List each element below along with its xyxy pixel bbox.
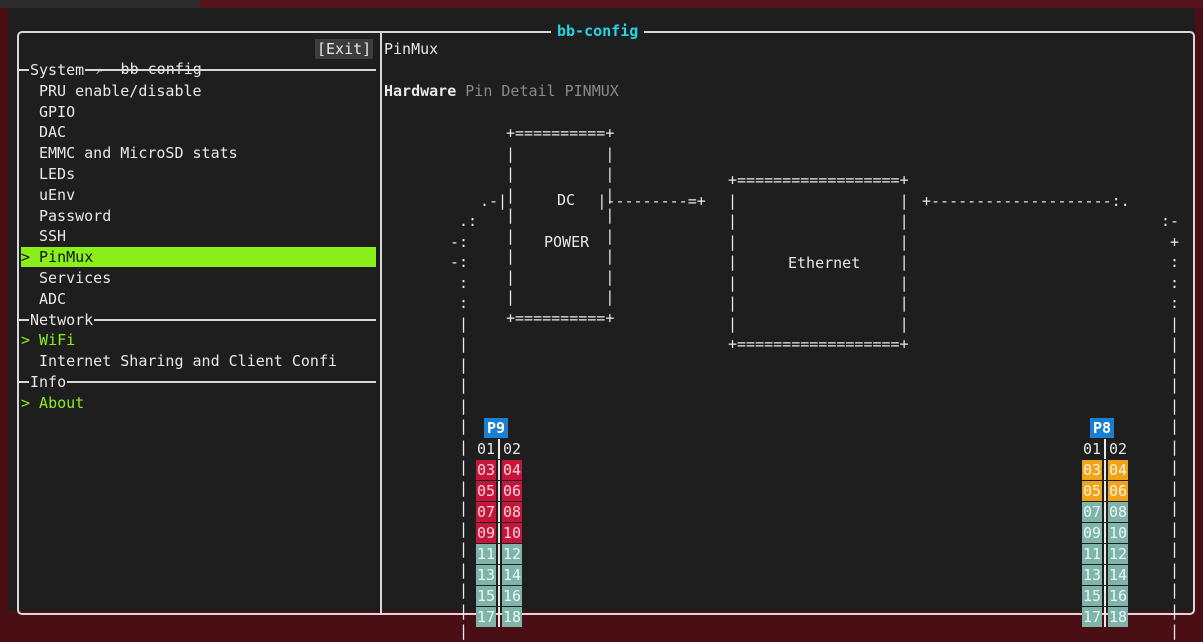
pin-separator: [498, 544, 500, 564]
section-system: System: [19, 60, 376, 80]
p9-label: P9: [484, 418, 509, 438]
p9-pin-18[interactable]: 18: [502, 607, 523, 627]
pin-separator: [1104, 544, 1106, 564]
p8-pin-08[interactable]: 08: [1108, 502, 1129, 522]
p8-pin-16[interactable]: 16: [1108, 586, 1129, 606]
menu-item-emmc-and-microsd-stats[interactable]: EMMC and MicroSD stats: [39, 143, 380, 163]
main-content: PinMux Hardware Pin Detail PINMUX +=====…: [382, 33, 1193, 640]
p8-label: P8: [1090, 418, 1115, 438]
content-title: PinMux: [384, 40, 439, 58]
pin-separator: [1104, 607, 1106, 627]
section-network: Network: [19, 309, 376, 330]
pin-separator: [498, 439, 500, 459]
menu-item-pru-enable-disable[interactable]: PRU enable/disable: [39, 81, 380, 101]
p9-pin-11[interactable]: 11: [476, 544, 497, 564]
section-rule: [19, 381, 376, 383]
terminal-window: bb-config ↗ bb-config [Exit] SystemPRU e…: [8, 8, 1195, 640]
p9-pin-06[interactable]: 06: [502, 481, 523, 501]
pin-separator: [1104, 439, 1106, 459]
p9-pin-12[interactable]: 12: [502, 544, 523, 564]
p8-pin-10[interactable]: 10: [1108, 523, 1129, 543]
menu-item-internet-sharing-and-client-confi[interactable]: Internet Sharing and Client Confi: [39, 351, 380, 371]
p8-pin-02[interactable]: 02: [1108, 439, 1128, 459]
dc-power-box: +==========+ | | | | | | | | | | | | | |…: [506, 124, 615, 327]
exit-button[interactable]: [Exit]: [315, 39, 374, 59]
power-label: POWER: [544, 233, 590, 251]
tab-pin-detail[interactable]: Pin Detail: [465, 82, 555, 100]
p9-pin-05[interactable]: 05: [476, 481, 497, 501]
menu-item-about[interactable]: > About: [21, 393, 362, 413]
pin-separator: [498, 460, 500, 480]
pin-separator: [498, 586, 500, 606]
p9-pin-02[interactable]: 02: [502, 439, 522, 459]
p9-pin-17[interactable]: 17: [476, 607, 497, 627]
p9-pin-13[interactable]: 13: [476, 565, 497, 585]
p8-pin-12[interactable]: 12: [1108, 544, 1129, 564]
p9-pin-03[interactable]: 03: [476, 460, 497, 480]
window-tab-stub: [0, 0, 200, 8]
menu-item-gpio[interactable]: GPIO: [39, 102, 380, 122]
p9-pin-08[interactable]: 08: [502, 502, 523, 522]
p9-pin-09[interactable]: 09: [476, 523, 497, 543]
p8-pin-07[interactable]: 07: [1082, 502, 1103, 522]
p8-pin-09[interactable]: 09: [1082, 523, 1103, 543]
board-outline-left: .: -: -: : : | | | | | | | | | | | | | |…: [450, 212, 478, 640]
menu-item-adc[interactable]: ADC: [39, 289, 380, 309]
section-title: Info: [29, 372, 68, 392]
section-title: System: [29, 60, 86, 80]
pin-separator: [1104, 460, 1106, 480]
p9-pin-15[interactable]: 15: [476, 586, 497, 606]
pin-separator: [1104, 565, 1106, 585]
p8-pin-03[interactable]: 03: [1082, 460, 1103, 480]
p9-pin-07[interactable]: 07: [476, 502, 497, 522]
pin-separator: [498, 523, 500, 543]
p8-pin-14[interactable]: 14: [1108, 565, 1129, 585]
menu-item-password[interactable]: Password: [39, 206, 380, 226]
pin-separator: [498, 481, 500, 501]
menu-item-dac[interactable]: DAC: [39, 122, 380, 142]
p8-pin-18[interactable]: 18: [1108, 607, 1129, 627]
p8-pin-06[interactable]: 06: [1108, 481, 1129, 501]
p8-pin-04[interactable]: 04: [1108, 460, 1129, 480]
board-outline-right: :- + : : : | | | | | | | | | | | | | | |…: [1161, 212, 1180, 640]
pin-separator: [1104, 481, 1106, 501]
p8-pin-17[interactable]: 17: [1082, 607, 1103, 627]
ethernet-right-link: +--------------------:.: [922, 192, 1130, 210]
p8-pin-01[interactable]: 01: [1082, 439, 1102, 459]
pin-separator: [498, 565, 500, 585]
p9-pin-04[interactable]: 04: [502, 460, 523, 480]
tab-hardware[interactable]: Hardware: [384, 82, 456, 100]
menu-item-wifi[interactable]: > WiFi: [21, 330, 362, 350]
section-title: Network: [29, 309, 95, 330]
bb-config-frame: bb-config ↗ bb-config [Exit] SystemPRU e…: [17, 21, 1195, 640]
pin-separator: [498, 607, 500, 627]
content-tabs: Hardware Pin Detail PINMUX: [384, 81, 619, 101]
tab-pinmux[interactable]: PINMUX: [565, 82, 619, 100]
p9-pin-16[interactable]: 16: [502, 586, 523, 606]
menu-item-leds[interactable]: LEDs: [39, 164, 380, 184]
p8-pin-15[interactable]: 15: [1082, 586, 1103, 606]
p8-pin-13[interactable]: 13: [1082, 565, 1103, 585]
pin-separator: [1104, 502, 1106, 522]
p8-pin-11[interactable]: 11: [1082, 544, 1103, 564]
menu-item-ssh[interactable]: SSH: [39, 226, 380, 246]
pin-separator: [1104, 586, 1106, 606]
pin-separator: [498, 502, 500, 522]
menu-item-uenv[interactable]: uEnv: [39, 185, 380, 205]
p9-pin-14[interactable]: 14: [502, 565, 523, 585]
sidebar-menu: ↗ bb-config [Exit] SystemPRU enable/disa…: [19, 33, 380, 613]
menu-item-pinmux[interactable]: > PinMux: [21, 247, 376, 268]
p9-pin-01[interactable]: 01: [476, 439, 496, 459]
p9-pin-10[interactable]: 10: [502, 523, 523, 543]
menu-item-services[interactable]: Services: [39, 268, 380, 288]
ethernet-label: Ethernet: [788, 254, 861, 272]
pin-separator: [1104, 523, 1106, 543]
dc-to-ethernet-link: .-| |---------=+: [480, 192, 706, 210]
p8-pin-05[interactable]: 05: [1082, 481, 1103, 501]
section-info: Info: [19, 372, 376, 392]
